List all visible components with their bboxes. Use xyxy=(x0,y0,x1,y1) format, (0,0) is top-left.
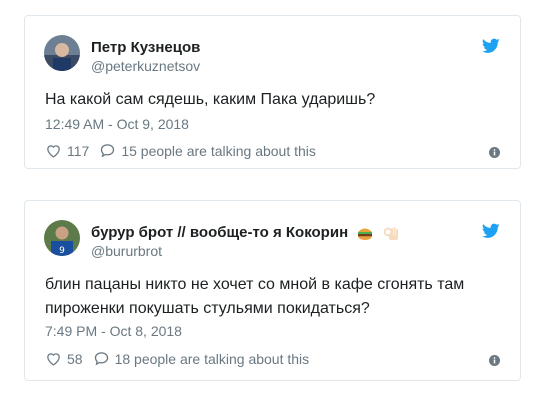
talking-link[interactable]: 15 people are talking about this xyxy=(121,143,316,159)
avatar[interactable] xyxy=(44,35,80,71)
talking-link[interactable]: 18 people are talking about this xyxy=(115,351,310,367)
tweet-text: блин пацаны никто не хочет со мной в каф… xyxy=(45,276,465,317)
twitter-bird-icon[interactable] xyxy=(482,38,500,54)
avatar[interactable]: 9 xyxy=(44,220,80,256)
author-handle[interactable]: @bururbrot xyxy=(91,243,162,259)
info-icon[interactable] xyxy=(489,147,500,158)
tweet-card: Петр Кузнецов @peterkuznetsov На какой с… xyxy=(24,15,521,169)
heart-icon[interactable] xyxy=(45,350,62,367)
author-name[interactable]: Петр Кузнецов xyxy=(91,39,200,56)
heart-icon[interactable] xyxy=(45,142,62,159)
ok-hand-emoji xyxy=(384,227,399,241)
tweet-timestamp[interactable]: 7:49 PM - Oct 8, 2018 xyxy=(45,323,182,339)
info-icon[interactable] xyxy=(489,355,500,366)
tweet-actions: 58 18 people are talking about this xyxy=(45,350,309,367)
tweet-timestamp[interactable]: 12:49 AM - Oct 9, 2018 xyxy=(45,116,189,132)
reply-icon[interactable] xyxy=(99,142,116,159)
tweet-actions: 117 15 people are talking about this xyxy=(45,142,316,159)
like-count[interactable]: 58 xyxy=(67,351,83,367)
svg-text:9: 9 xyxy=(59,246,65,256)
author-name-text: бурур брот // вообще-то я Кокорин xyxy=(91,224,349,241)
author-name[interactable]: бурур брот // вообще-то я Кокорин xyxy=(91,224,400,241)
author-handle[interactable]: @peterkuznetsov xyxy=(91,58,200,74)
burger-emoji xyxy=(358,228,373,241)
tweet-card: 9 бурур брот // вообще-то я Кокорин @bur… xyxy=(24,200,521,381)
twitter-bird-icon[interactable] xyxy=(482,223,500,239)
reply-icon[interactable] xyxy=(93,350,110,367)
tweet-text: На какой сам сядешь, каким Пака ударишь? xyxy=(45,91,376,108)
like-count[interactable]: 117 xyxy=(67,143,89,159)
